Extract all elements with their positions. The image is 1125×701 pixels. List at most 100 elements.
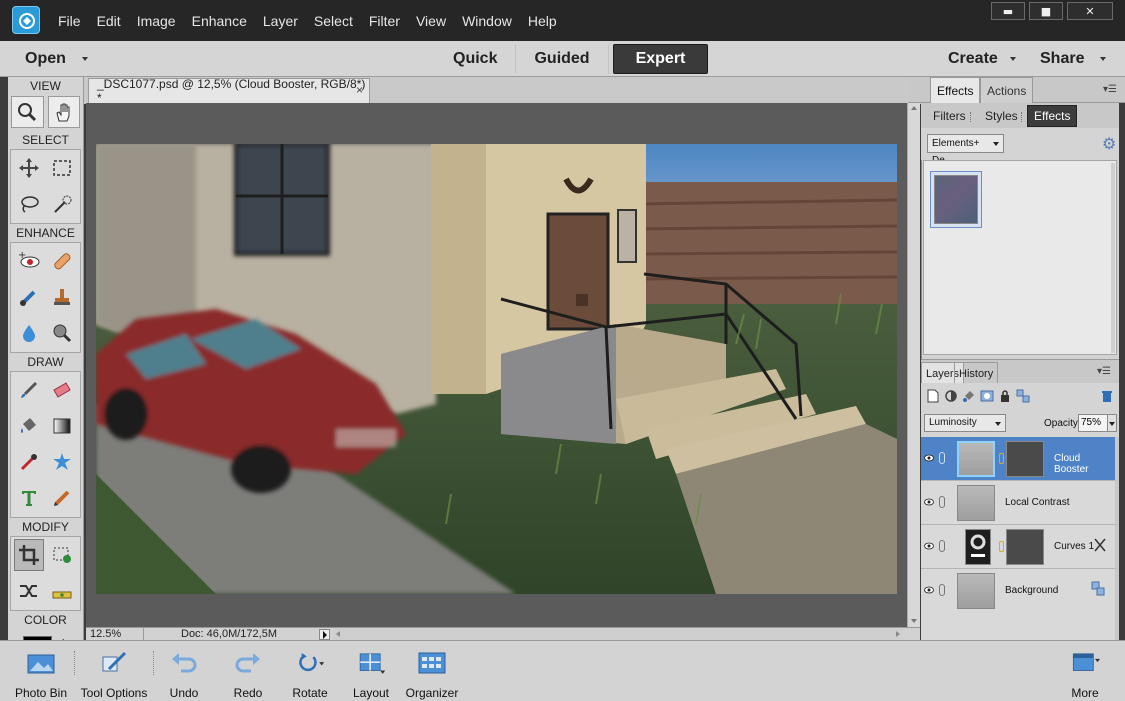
pencil-tool[interactable] [47,482,77,514]
layer-mask-icon[interactable] [979,388,995,404]
brush-tool[interactable] [14,374,44,406]
mask-link-icon[interactable] [999,453,1004,464]
scroll-right-icon[interactable] [896,631,900,637]
menu-file[interactable]: File [58,13,81,29]
menu-enhance[interactable]: Enhance [192,13,247,29]
lasso-tool[interactable] [14,188,44,220]
trash-icon[interactable] [1099,388,1115,404]
tab-effects-panel[interactable]: Effects [930,77,981,103]
effects-scrollbar[interactable] [1111,163,1115,353]
more-button[interactable]: More [1064,641,1106,701]
custom-shape-tool[interactable] [47,446,77,478]
link-icon[interactable] [939,540,945,552]
layer-mask-thumbnail[interactable] [1006,441,1044,477]
subtab-effects[interactable]: Effects [1027,105,1078,127]
close-document-icon[interactable]: × [356,83,363,97]
layout-button[interactable]: Layout [350,641,392,701]
close-window-button[interactable]: ✕ [1067,2,1113,20]
share-button[interactable]: Share [1040,41,1107,77]
effects-category-dropdown[interactable]: Elements+ De... [927,134,1004,166]
eyedropper-tool[interactable] [14,446,44,478]
marquee-tool[interactable] [47,152,77,184]
brush-icon [20,381,37,398]
healing-brush-tool[interactable] [47,245,77,277]
menu-image[interactable]: Image [137,13,176,29]
tool-options-button[interactable]: Tool Options [78,641,150,701]
gear-icon[interactable]: ⚙ [1102,136,1116,152]
photo-bin-button[interactable]: Photo Bin [13,641,69,701]
document-tab[interactable]: _DSC1077.psd @ 12,5% (Cloud Booster, RGB… [88,77,370,105]
clone-stamp-tool[interactable] [47,281,77,313]
menu-help[interactable]: Help [528,13,557,29]
type-tool[interactable] [14,482,44,514]
smart-brush-tool[interactable] [14,281,44,313]
blend-mode-dropdown[interactable]: Luminosity [924,414,1006,432]
organizer-button[interactable]: Organizer [404,641,460,701]
scroll-up-icon[interactable] [911,106,917,110]
canvas-vertical-scrollbar[interactable] [907,103,920,627]
maximize-button[interactable]: ■ [1029,2,1063,20]
recompose-tool[interactable] [47,539,77,571]
redo-button[interactable]: Redo [226,641,270,701]
link-layers-icon[interactable] [1015,388,1031,404]
canvas-area[interactable] [86,103,907,627]
menu-view[interactable]: View [416,13,446,29]
opacity-dropdown-arrow[interactable] [1107,414,1117,432]
layer-mask-thumbnail[interactable] [1006,529,1044,565]
new-layer-icon[interactable] [925,388,941,404]
scroll-down-icon[interactable] [911,619,917,623]
rotate-button[interactable]: Rotate [286,641,334,701]
sponge-tool[interactable] [47,317,77,349]
tab-guided[interactable]: Guided [516,44,609,74]
subtab-styles[interactable]: Styles [979,105,1024,127]
link-icon[interactable] [939,496,945,508]
menu-window[interactable]: Window [462,13,512,29]
tab-expert[interactable]: Expert [612,44,709,74]
panel-menu-icon[interactable]: ▾☰ [1103,84,1117,95]
canvas-horizontal-scrollbar[interactable] [333,629,903,640]
paint-bucket-tool[interactable] [14,410,44,442]
opacity-input[interactable]: 75% [1078,414,1108,432]
tab-history[interactable]: History [954,362,999,384]
quick-selection-tool[interactable] [47,188,77,220]
red-eye-tool[interactable]: + [14,245,44,277]
menu-layer[interactable]: Layer [263,13,298,29]
zoom-tool[interactable] [11,96,44,128]
hand-tool[interactable] [47,96,80,128]
create-button[interactable]: Create [948,41,1016,77]
layer-row-curves-1[interactable]: Curves 1 [921,525,1115,569]
menu-edit[interactable]: Edit [97,13,121,29]
subtab-filters[interactable]: Filters [927,105,972,127]
effect-thumbnail[interactable] [930,171,982,228]
menu-select[interactable]: Select [314,13,353,29]
adjustment-layer-icon[interactable] [943,388,959,404]
move-tool[interactable] [14,152,44,184]
layer-row-background[interactable]: Background [921,569,1115,613]
layers-panel-menu-icon[interactable]: ▾☰ [1097,366,1111,377]
mask-link-icon[interactable] [999,541,1004,552]
status-menu-arrow-icon[interactable] [319,629,330,640]
layer-row-local-contrast[interactable]: Local Contrast [921,481,1115,525]
tab-actions-panel[interactable]: Actions [980,77,1034,103]
undo-button[interactable]: Undo [162,641,206,701]
fill-layer-icon[interactable] [961,388,977,404]
scroll-left-icon[interactable] [336,631,340,637]
open-button[interactable]: Open [8,41,94,77]
layer-row-cloud-booster[interactable]: Cloud Booster [921,437,1115,481]
chevron-down-icon [81,57,88,61]
blur-tool[interactable] [14,317,44,349]
link-icon[interactable] [939,452,945,464]
crop-tool[interactable] [14,539,44,571]
document-image[interactable] [96,144,897,594]
link-icon[interactable] [939,584,945,596]
app-logo-icon[interactable] [12,6,40,34]
content-aware-move-tool[interactable] [14,575,44,607]
gradient-tool[interactable] [47,410,77,442]
layers-scrollbar[interactable] [1115,437,1119,640]
eraser-tool[interactable] [47,374,77,406]
minimize-button[interactable]: ▬ [991,2,1025,20]
menu-filter[interactable]: Filter [369,13,400,29]
lock-icon[interactable] [997,388,1013,404]
tab-quick[interactable]: Quick [435,44,517,74]
straighten-tool[interactable] [47,575,77,607]
